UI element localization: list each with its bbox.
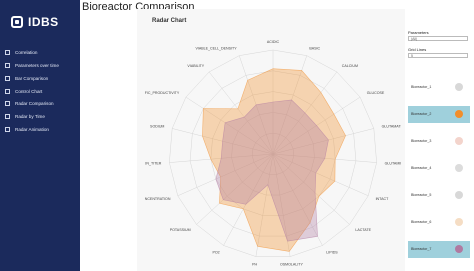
legend-color-swatch xyxy=(455,245,463,253)
nav-item-radar-by-time[interactable]: Radar by Time xyxy=(0,110,80,122)
axis-label: LIPIDS xyxy=(326,251,338,255)
axis-label: PROTEIN_TITER xyxy=(145,161,162,165)
legend-item[interactable]: Bioreactor_1 xyxy=(408,79,470,96)
nav-item-label: Radar by Time xyxy=(15,113,45,119)
logo-icon xyxy=(11,16,23,28)
axis-label: PO2 xyxy=(212,251,219,255)
legend-label: Bioreactor_2 xyxy=(411,112,432,116)
axis-label: SODIUM xyxy=(150,125,164,129)
nav-item-label: Parameters over time xyxy=(15,62,59,68)
legend-item[interactable]: Bioreactor_5 xyxy=(408,187,470,204)
axis-label: PRODUCT_CONCENTRATION xyxy=(145,197,171,201)
nav-item-label: Bar Comparison xyxy=(15,75,49,81)
grid-lines-label: Grid Lines xyxy=(408,47,427,52)
legend-color-swatch xyxy=(455,110,463,118)
legend-item[interactable]: Bioreactor_3 xyxy=(408,133,470,150)
grid-lines-input[interactable]: 5 xyxy=(408,53,468,58)
radar-animation-icon xyxy=(5,126,10,132)
parameters-select[interactable]: (All) xyxy=(408,36,468,41)
logo-text: IDBS xyxy=(28,15,59,29)
logo: IDBS xyxy=(11,13,71,31)
radar-time-icon xyxy=(5,113,10,119)
nav-item-parameters-over-time[interactable]: Parameters over time xyxy=(0,59,80,71)
axis-label: POTASSIUM xyxy=(170,228,191,232)
axis-label: SPECIFIC_PRODUCTIVITY xyxy=(145,91,180,95)
sidebar: IDBS Correlation Parameters over time Ba… xyxy=(0,0,80,271)
legend-item[interactable]: Bioreactor_2 xyxy=(408,106,470,123)
nav-item-correlation[interactable]: Correlation xyxy=(0,46,80,58)
legend-label: Bioreactor_4 xyxy=(411,166,432,170)
controls-panel: Parameters (All) Grid Lines 5 Bioreactor… xyxy=(406,26,474,271)
legend-color-swatch xyxy=(455,83,463,91)
chart-title: Radar Chart xyxy=(152,18,187,24)
legend-label: Bioreactor_1 xyxy=(411,85,432,89)
axis-label: VIABILITY xyxy=(187,64,204,68)
parameters-icon xyxy=(5,62,10,68)
nav-item-label: Radar Comparison xyxy=(15,100,54,106)
radar-chart: ACIDIC BASIC CALCIUM GLUCOSE GLUTAMATE GLUTAM… xyxy=(145,40,401,267)
legend-label: Bioreactor_7 xyxy=(411,247,432,251)
legend-label: Bioreactor_6 xyxy=(411,220,432,224)
nav-item-label: Correlation xyxy=(15,49,38,55)
legend-color-swatch xyxy=(455,164,463,172)
radar-icon xyxy=(5,100,10,106)
axis-label: BASIC xyxy=(309,46,320,50)
axis-label: LACTATE xyxy=(355,228,371,232)
nav-item-label: Control Chart xyxy=(15,88,43,94)
axis-label: GLUCOSE xyxy=(367,91,385,95)
correlation-icon xyxy=(5,49,10,55)
axis-label: CALCIUM xyxy=(342,64,358,68)
legend-label: Bioreactor_3 xyxy=(411,139,432,143)
nav-item-control-chart[interactable]: Control Chart xyxy=(0,85,80,97)
bar-chart-icon xyxy=(5,75,10,81)
axis-label: PH xyxy=(252,263,257,267)
legend-label: Bioreactor_5 xyxy=(411,193,432,197)
nav-item-radar-comparison[interactable]: Radar Comparison xyxy=(0,97,80,109)
nav-item-radar-animation[interactable]: Radar Animation xyxy=(0,123,80,135)
legend-color-swatch xyxy=(455,191,463,199)
nav-item-bar-comparison[interactable]: Bar Comparison xyxy=(0,72,80,84)
nav-item-label: Radar Animation xyxy=(15,126,49,132)
axis-label: VIABLE_CELL_DENSITY xyxy=(195,46,237,50)
parameters-label: Parameters xyxy=(408,30,429,35)
legend-item[interactable]: Bioreactor_7 xyxy=(408,241,470,258)
legend-item[interactable]: Bioreactor_6 xyxy=(408,214,470,231)
axis-label: GLUTAMINE xyxy=(385,161,401,165)
control-chart-icon xyxy=(5,88,10,94)
axis-label: INTACT xyxy=(376,197,390,201)
legend-color-swatch xyxy=(455,218,463,226)
axis-label: GLUTAMATE xyxy=(382,125,401,129)
axis-label: ACIDIC xyxy=(267,40,280,44)
legend-color-swatch xyxy=(455,137,463,145)
axis-label: OSMOLALITY xyxy=(280,263,304,267)
legend-item[interactable]: Bioreactor_4 xyxy=(408,160,470,177)
